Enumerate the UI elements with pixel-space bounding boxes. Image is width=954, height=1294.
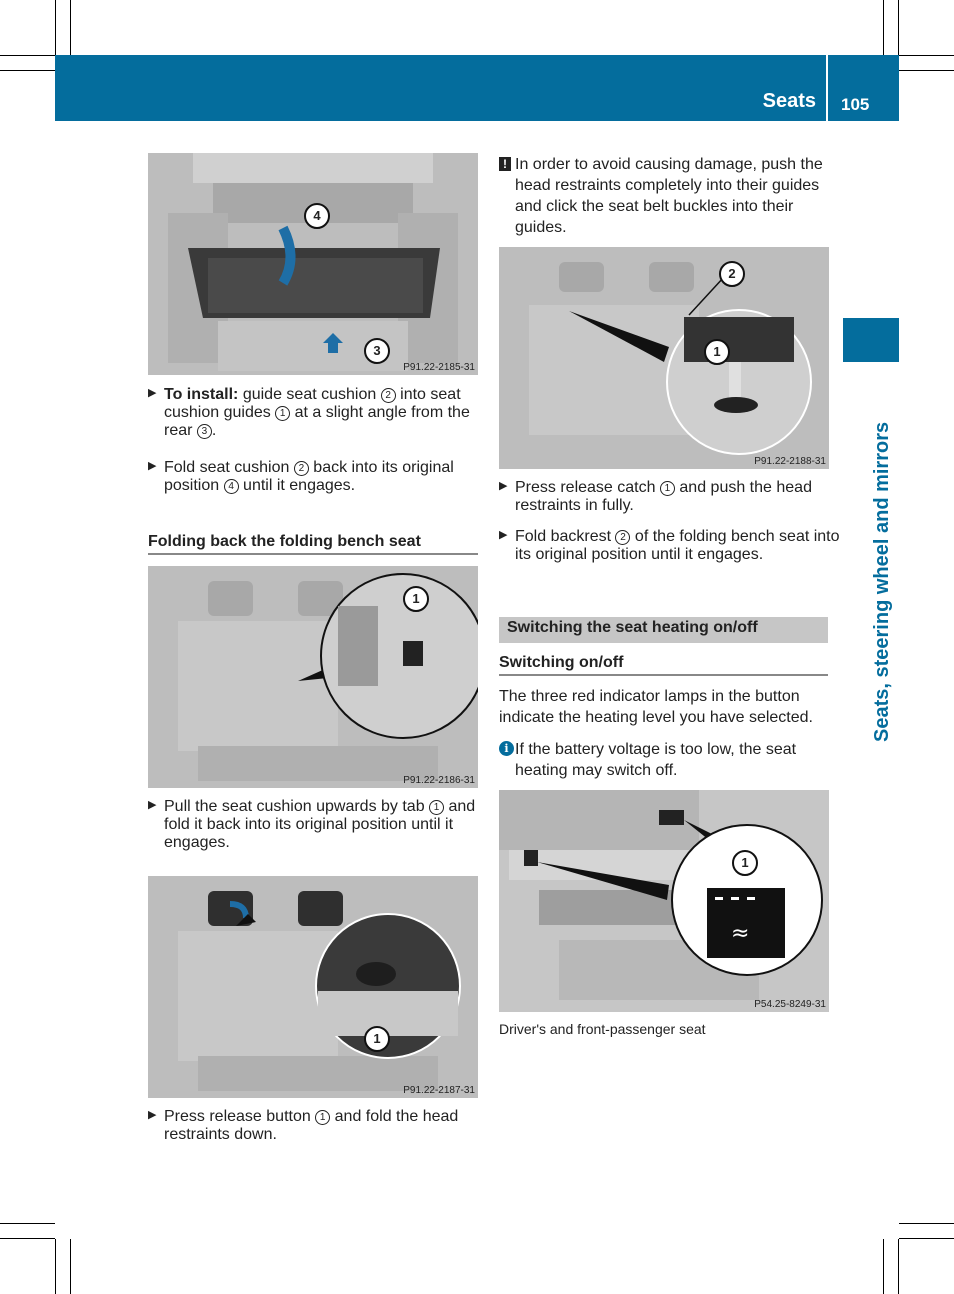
bullet-arrow-icon: ▶ [499,480,508,492]
header-separator [826,55,828,121]
warning-text: In order to avoid causing damage, push t… [515,156,823,236]
callout-ref: 1 [275,406,291,421]
step-text: Press release catch [515,479,660,496]
warning-note: ! In order to avoid causing damage, push… [499,154,829,238]
crop-mark [70,1239,71,1294]
crop-mark [0,1238,55,1239]
bullet-arrow-icon: ▶ [148,1109,157,1121]
exclamation-icon: ! [499,157,511,171]
illustration-luggage-compartment [148,153,478,375]
crop-mark [883,0,884,55]
svg-text:≈: ≈ [731,921,749,946]
callout-ref: 1 [429,800,445,815]
step-fold-cushion: ▶ Fold seat cushion 2 back into its orig… [148,459,496,495]
figure-release-button: 1 P91.22-2187-31 [148,876,478,1098]
figure-release-catch: 2 1 P91.22-2188-31 [499,247,829,469]
illustration-head-restraint-catch [499,247,829,469]
callout-1: 1 [704,339,730,365]
step-text: Fold seat cushion [164,459,294,476]
callout-ref: 2 [380,388,396,403]
illustration-head-restraint [148,876,478,1098]
figure-install-seat-cushion: 4 3 P91.22-2185-31 [148,153,478,375]
step-text: Pull the seat cushion upwards by tab [164,798,430,815]
crop-mark [898,0,899,55]
bullet-arrow-icon: ▶ [499,529,508,541]
illustration-center-console: ≈ [499,790,829,1012]
body-text-indicator-lamps: The three red indicator lamps in the but… [499,688,813,726]
step-install: ▶ To install: guide seat cushion 2 into … [148,386,496,440]
callout-ref: 1 [315,1110,331,1125]
crop-mark [55,0,56,55]
crop-mark [898,1239,899,1294]
crop-mark [0,70,55,71]
crop-mark [0,55,55,56]
crop-mark [0,1223,55,1224]
crop-mark [899,55,954,56]
crop-mark [899,70,954,71]
step-fold-backrest: ▶ Fold backrest 2 of the folding bench s… [499,528,847,564]
step-press-release-catch: ▶ Press release catch 1 and push the hea… [499,479,847,515]
chapter-tab [843,318,899,362]
crop-mark [899,1238,954,1239]
callout-4: 4 [304,203,330,229]
heading-folding-back: Folding back the folding bench seat [148,533,478,555]
crop-mark [55,1239,56,1294]
info-icon: i [499,741,514,756]
step-text: . [211,422,217,439]
bullet-arrow-icon: ▶ [148,460,157,472]
step-text: until it engages. [238,477,356,494]
figure-code: P54.25-8249-31 [754,999,826,1010]
step-text: Press release button [164,1108,316,1125]
figure-code: P91.22-2187-31 [403,1085,475,1096]
callout-ref: 2 [615,530,631,545]
figure-code: P91.22-2186-31 [403,775,475,786]
info-note: i If the battery voltage is too low, the… [499,739,829,781]
callout-ref: 1 [659,481,675,496]
section-title: Seats [762,90,816,112]
bullet-arrow-icon: ▶ [148,799,157,811]
page-number: 105 [841,95,870,114]
subheading-switching: Switching on/off [499,654,828,676]
bullet-arrow-icon: ▶ [148,387,157,399]
callout-1: 1 [403,586,429,612]
callout-3: 3 [364,338,390,364]
step-text: guide seat cushion [238,386,381,403]
callout-ref: 3 [196,424,212,439]
figure-code: P91.22-2188-31 [754,456,826,467]
figure-seat-heating-button: ≈ 1 P54.25-8249-31 [499,790,829,1012]
crop-mark [883,1239,884,1294]
step-press-release-button: ▶ Press release button 1 and fold the he… [148,1108,494,1144]
figure-caption: Driver's and front-passenger seat [499,1021,706,1037]
crop-mark [70,0,71,55]
step-text: Fold backrest [515,528,616,545]
step-pull-cushion: ▶ Pull the seat cushion upwards by tab 1… [148,798,484,852]
info-text: If the battery voltage is too low, the s… [515,741,797,779]
callout-ref: 2 [293,461,309,476]
step-prefix: To install: [164,386,239,403]
crop-mark [899,1223,954,1224]
section-heading-seat-heating: Switching the seat heating on/off [499,617,828,643]
figure-code: P91.22-2185-31 [403,362,475,373]
figure-pull-tab: 1 P91.22-2186-31 [148,566,478,788]
chapter-label: Seats, steering wheel and mirrors [871,421,893,742]
callout-1: 1 [732,850,758,876]
callout-2: 2 [719,261,745,287]
callout-1: 1 [364,1026,390,1052]
callout-ref: 4 [223,479,239,494]
